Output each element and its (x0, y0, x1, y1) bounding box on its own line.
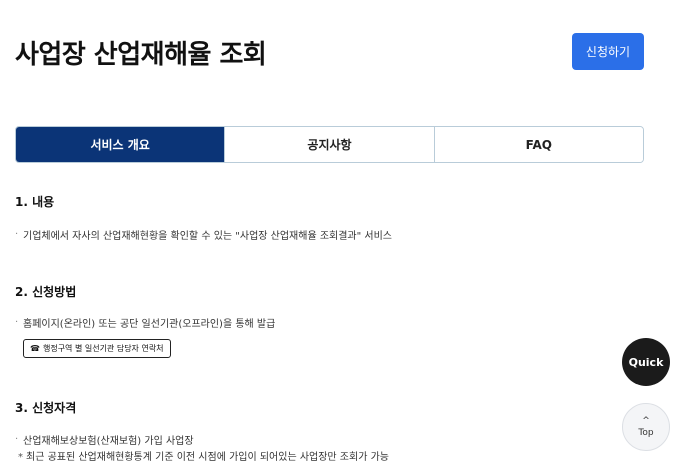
bullet-dot-icon: · (15, 229, 19, 240)
section-title-eligibility: 3. 신청자격 (15, 401, 77, 415)
list-item-text: 홈페이지(온라인) 또는 공단 일선기관(오프라인)을 통해 발급 (23, 319, 276, 330)
apply-button[interactable]: 신청하기 (572, 33, 644, 70)
contact-info-label: 행정구역 별 일선기관 담당자 연락처 (42, 344, 164, 353)
eligibility-note: * 최근 공표된 산업재해현황통계 기준 이전 시점에 가입이 되어있는 사업장만… (18, 448, 389, 462)
tab-notices[interactable]: 공지사항 (224, 127, 434, 162)
list-item-text: 기업체에서 자사의 산업재해현황을 확인할 수 있는 "사업장 산업재해율 조회… (23, 231, 393, 242)
section-title-method: 2. 신청방법 (15, 285, 77, 299)
bullet-dot-icon: · (15, 434, 19, 445)
chevron-up-icon: ^ (642, 415, 650, 426)
phone-icon: ☎ (30, 344, 40, 353)
eligibility-note-text: 최근 공표된 산업재해현황통계 기준 이전 시점에 가입이 되어있는 사업장만 … (26, 452, 389, 462)
scroll-top-label: Top (638, 427, 654, 438)
contact-info-button[interactable]: ☎ 행정구역 별 일선기관 담당자 연락처 (23, 339, 171, 358)
tab-service-overview[interactable]: 서비스 개요 (16, 127, 225, 162)
tab-bar: 서비스 개요 공지사항 FAQ (15, 126, 644, 163)
asterisk-icon: * (18, 452, 23, 462)
bullet-dot-icon: · (15, 317, 19, 328)
page-title: 사업장 산업재해율 조회 (15, 40, 267, 70)
tab-faq[interactable]: FAQ (433, 127, 643, 162)
quick-menu-button[interactable]: Quick (622, 338, 670, 386)
list-item: · 산업재해보상보험(산재보험) 가입 사업장 (15, 432, 194, 447)
section-title-content: 1. 내용 (15, 195, 55, 209)
list-item: · 홈페이지(온라인) 또는 공단 일선기관(오프라인)을 통해 발급 (15, 315, 275, 330)
scroll-top-button[interactable]: ^ Top (622, 403, 670, 451)
list-item: · 기업체에서 자사의 산업재해현황을 확인할 수 있는 "사업장 산업재해율 … (15, 227, 392, 242)
list-item-text: 산업재해보상보험(산재보험) 가입 사업장 (23, 436, 194, 447)
